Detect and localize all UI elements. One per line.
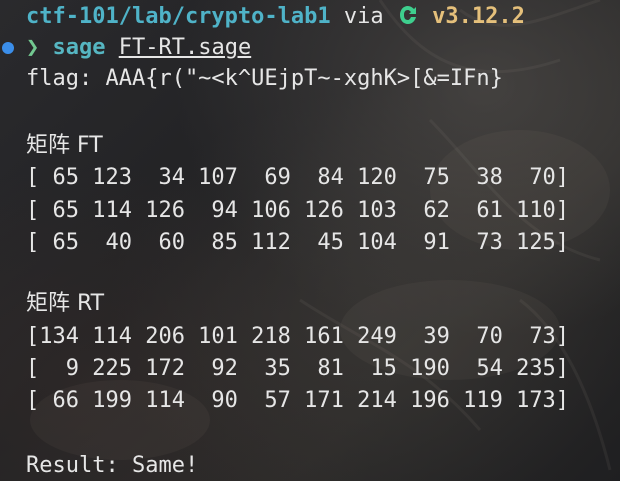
- status-dot-icon: [2, 42, 14, 54]
- rt-matrix-row: [ 66 199 114 90 57 171 214 196 119 173]: [26, 388, 570, 413]
- prompt-version: v3.12.2: [432, 4, 525, 29]
- rt-matrix-row: [134 114 206 101 218 161 249 39 70 73]: [26, 324, 570, 349]
- rt-matrix-row: [ 9 225 172 92 35 81 15 190 54 235]: [26, 356, 570, 381]
- prompt-via: via: [343, 4, 384, 29]
- command-line[interactable]: ❯ sage FT-RT.sage: [26, 33, 251, 63]
- terminal-window[interactable]: ctf-101/lab/crypto-lab1 via v3.12.2 ❯ sa…: [0, 0, 620, 481]
- command-file: FT-RT.sage: [118, 35, 252, 60]
- ft-matrix-row: [ 65 123 34 107 69 84 120 75 38 70]: [26, 165, 570, 190]
- ft-matrix-row: [ 65 40 60 85 112 45 104 91 73 125]: [26, 230, 570, 255]
- result-output: Result: Same!: [26, 453, 199, 478]
- command-program: sage: [52, 35, 106, 60]
- python-version-icon: [397, 4, 419, 26]
- flag-output: flag: AAA{r("~<k^UEjpT~-xghK>[&=IFn}: [26, 66, 503, 91]
- ft-matrix-title: 矩阵 FT: [26, 133, 103, 158]
- prompt-chevron-icon: ❯: [26, 35, 40, 60]
- rt-matrix-title: 矩阵 RT: [26, 291, 105, 316]
- ft-matrix-row: [ 65 114 126 94 106 126 103 62 61 110]: [26, 198, 570, 223]
- prompt-path: ctf-101/lab/crypto-lab1: [26, 4, 331, 29]
- shell-prompt: ctf-101/lab/crypto-lab1 via v3.12.2: [26, 2, 525, 32]
